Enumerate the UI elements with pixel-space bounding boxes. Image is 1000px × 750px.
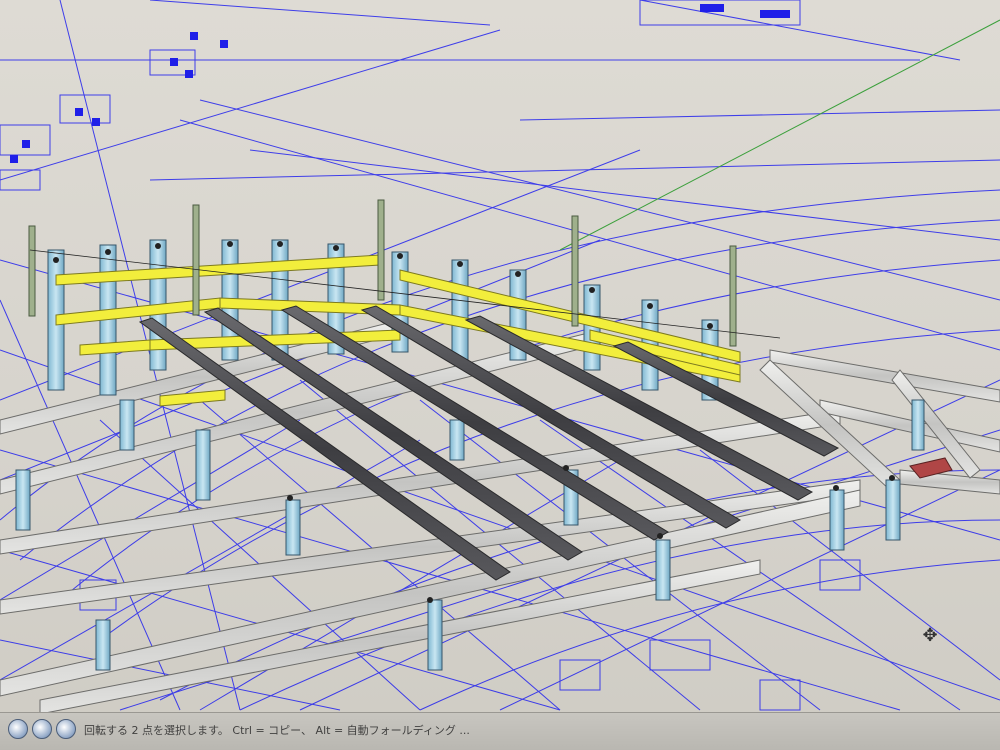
model-viewport[interactable]: ✥ xyxy=(0,0,1000,750)
move-cursor-icon: ✥ xyxy=(922,625,938,646)
green-axis xyxy=(559,19,1000,251)
status-text: 回転する 2 点を選択します。 Ctrl = コピー、 Alt = 自動フォール… xyxy=(84,724,470,737)
credits-icon[interactable] xyxy=(32,719,52,739)
help-icon[interactable] xyxy=(56,719,76,739)
geo-location-icon[interactable] xyxy=(8,719,28,739)
model-canvas[interactable] xyxy=(0,0,1000,712)
status-bar: 回転する 2 点を選択します。 Ctrl = コピー、 Alt = 自動フォール… xyxy=(0,712,1000,750)
